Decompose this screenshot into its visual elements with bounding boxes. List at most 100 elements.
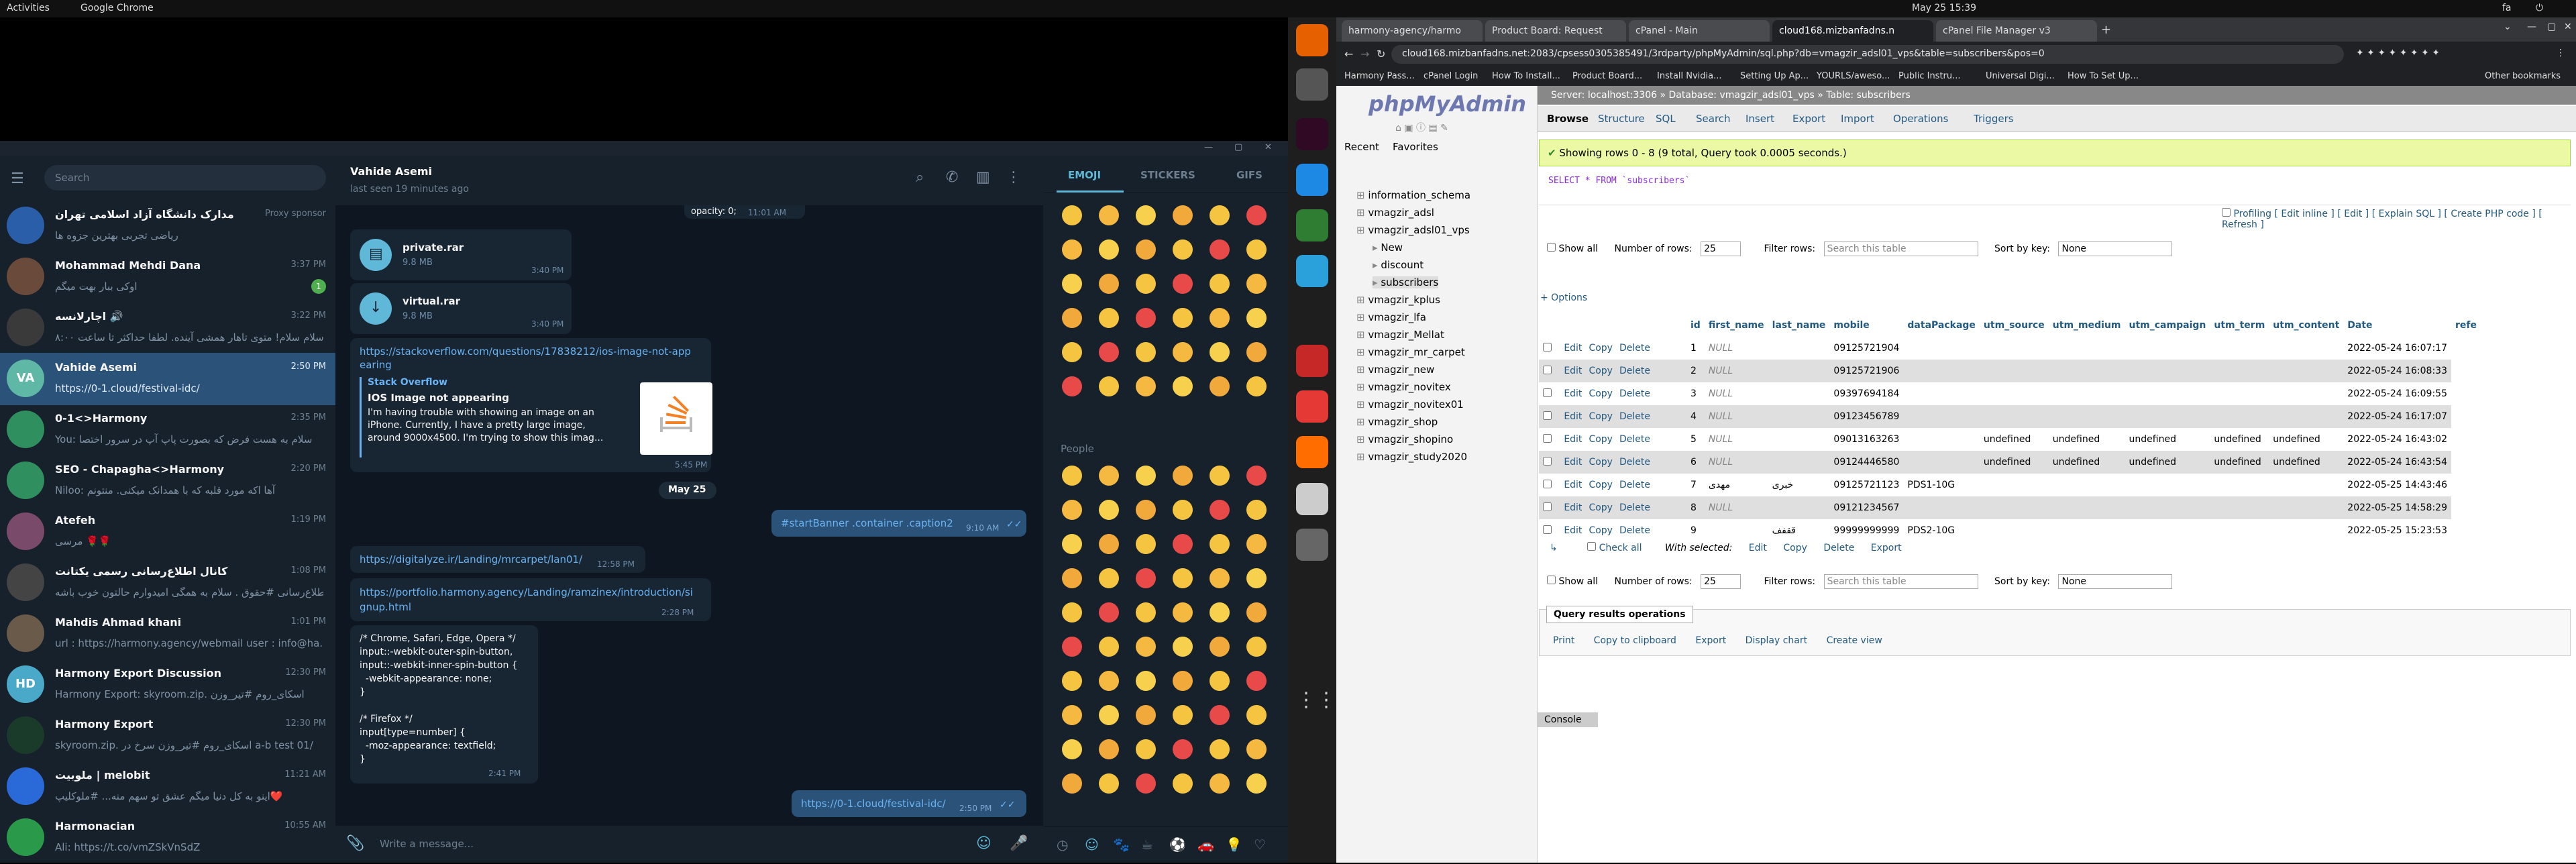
emoji-item[interactable] — [1210, 274, 1230, 294]
emoji-item[interactable] — [1246, 705, 1267, 725]
tree-expand-icon[interactable]: ⊞ — [1356, 207, 1368, 219]
table-cell[interactable] — [1979, 382, 2049, 405]
emoji-item[interactable] — [1136, 671, 1156, 691]
row-checkbox[interactable] — [1543, 365, 1552, 374]
emoji-item[interactable] — [1210, 568, 1230, 588]
row-delete-link[interactable]: Delete — [1619, 411, 1650, 422]
column-header[interactable]: mobile — [1829, 314, 1904, 337]
table-cell[interactable] — [2269, 360, 2344, 382]
chat-list-item[interactable]: Harmonacian 10:55 AM Ali: https://t.co/vmZ… — [0, 812, 335, 864]
column-header[interactable]: utm_medium — [2048, 314, 2125, 337]
emoji-item[interactable] — [1099, 534, 1119, 554]
table-cell[interactable]: 2022-05-24 16:09:55 — [2343, 382, 2451, 405]
emoji-item[interactable] — [1173, 602, 1193, 623]
filezilla-icon[interactable] — [1296, 345, 1328, 377]
table-cell[interactable]: 2022-05-24 16:43:02 — [2343, 428, 2451, 451]
table-cell[interactable] — [2210, 337, 2269, 360]
emoji-item[interactable] — [1210, 602, 1230, 623]
emoji-item[interactable] — [1062, 739, 1082, 759]
emoji-item[interactable] — [1246, 376, 1267, 396]
rows-select[interactable]: 25 — [1701, 574, 1741, 589]
chrome-icon[interactable] — [1296, 209, 1328, 241]
emoji-item[interactable] — [1246, 342, 1267, 362]
row-copy-link[interactable]: Copy — [1589, 480, 1613, 490]
row-copy-link[interactable]: Copy — [1589, 388, 1613, 399]
emoji-item[interactable] — [1173, 534, 1193, 554]
tree-expand-icon[interactable]: ⊞ — [1356, 189, 1368, 201]
table-cell[interactable]: 5 — [1686, 428, 1705, 451]
table-cell[interactable]: مهدی — [1704, 474, 1768, 496]
browser-tab[interactable]: harmony-agency/harmo — [1342, 20, 1483, 42]
column-header[interactable]: id — [1686, 314, 1705, 337]
emoji-item[interactable] — [1173, 308, 1193, 328]
file-message[interactable]: ↓ virtual.rar 9.8 MB 3:40 PM — [350, 283, 572, 334]
call-icon[interactable]: ✆ — [946, 169, 958, 186]
emoji-item[interactable] — [1173, 773, 1193, 794]
emoji-item[interactable] — [1099, 466, 1119, 486]
table-cell[interactable] — [2210, 360, 2269, 382]
row-copy-link[interactable]: Copy — [1589, 343, 1613, 354]
row-edit-link[interactable]: Edit — [1564, 388, 1582, 399]
filter-input[interactable]: Search this table — [1823, 574, 1978, 589]
emoji-icon[interactable]: ☺ — [976, 835, 991, 852]
db-tree-item[interactable]: ⊞ vmagzir_adsl — [1356, 207, 1434, 219]
browser-tab-active[interactable]: cloud168.mizbanfadns.n — [1772, 20, 1933, 42]
emoji-item[interactable] — [1173, 568, 1193, 588]
bookmark[interactable]: How To Set Up... — [2068, 71, 2139, 81]
tree-expand-icon[interactable]: ⊞ — [1356, 381, 1368, 393]
table-cell[interactable] — [2125, 519, 2210, 542]
vscode-icon[interactable] — [1296, 164, 1328, 196]
profiling-checkbox[interactable] — [2222, 208, 2231, 217]
table-cell[interactable]: NULL — [1704, 428, 1768, 451]
bulk-delete[interactable]: Delete — [1823, 543, 1854, 553]
options-link[interactable]: + Options — [1540, 292, 1587, 303]
microphone-icon[interactable]: 🎤 — [1010, 835, 1028, 852]
emoji-item[interactable] — [1136, 602, 1156, 623]
table-cell[interactable] — [1768, 405, 1830, 428]
tree-expand-icon[interactable]: ⊞ — [1356, 224, 1368, 236]
bulk-export[interactable]: Export — [1871, 543, 1902, 553]
table-cell[interactable] — [2210, 474, 2269, 496]
emoji-item[interactable] — [1062, 568, 1082, 588]
db-tree-item[interactable]: ⊞ vmagzir_novitex01 — [1356, 398, 1464, 411]
menu-icon[interactable]: ☰ — [11, 170, 24, 187]
table-cell[interactable]: undefined — [2125, 451, 2210, 474]
table-cell[interactable] — [2269, 337, 2344, 360]
new-tab-icon[interactable]: + — [2101, 23, 2111, 37]
show-all-checkbox[interactable] — [1547, 243, 1556, 252]
chat-list-item[interactable]: HD Harmony Export Discussion 12:30 PM Harmo… — [0, 659, 335, 711]
table-cell[interactable] — [2269, 474, 2344, 496]
emoji-item[interactable] — [1246, 739, 1267, 759]
db-tree-item[interactable]: ▸ discount — [1373, 259, 1424, 271]
emoji-item[interactable] — [1099, 671, 1119, 691]
emoji-item[interactable] — [1246, 568, 1267, 588]
table-cell[interactable]: 3 — [1686, 382, 1705, 405]
table-cell[interactable] — [2269, 496, 2344, 519]
table-cell[interactable]: NULL — [1704, 496, 1768, 519]
table-cell[interactable] — [2125, 405, 2210, 428]
power-icon[interactable]: ⏻ — [2536, 3, 2543, 13]
table-cell[interactable]: undefined — [2210, 451, 2269, 474]
emoji-item[interactable] — [1099, 773, 1119, 794]
emoji-item[interactable] — [1099, 602, 1119, 623]
sidebar-toggle-icon[interactable]: ▥ — [976, 169, 990, 186]
emoji-item[interactable] — [1062, 239, 1082, 260]
emoji-item[interactable] — [1099, 500, 1119, 520]
tree-expand-icon[interactable]: ⊞ — [1356, 433, 1368, 445]
bulk-edit[interactable]: Edit — [1749, 543, 1767, 553]
bookmark[interactable]: Install Nvidia... — [1657, 71, 1722, 81]
emoji-item[interactable] — [1136, 500, 1156, 520]
table-cell[interactable]: undefined — [2048, 428, 2125, 451]
table-cell[interactable] — [2048, 382, 2125, 405]
column-header[interactable]: first_name — [1704, 314, 1768, 337]
table-cell[interactable] — [2269, 519, 2344, 542]
table-cell[interactable]: 2 — [1686, 360, 1705, 382]
show-all-checkbox[interactable] — [1547, 576, 1556, 584]
create-view-link[interactable]: Create view — [1827, 635, 1882, 646]
row-delete-link[interactable]: Delete — [1619, 366, 1650, 376]
emoji-item[interactable] — [1136, 773, 1156, 794]
row-checkbox[interactable] — [1543, 388, 1552, 397]
table-cell[interactable] — [1979, 337, 2049, 360]
table-cell[interactable]: 2022-05-24 16:43:54 — [2343, 451, 2451, 474]
rows-select[interactable]: 25 — [1701, 241, 1741, 256]
